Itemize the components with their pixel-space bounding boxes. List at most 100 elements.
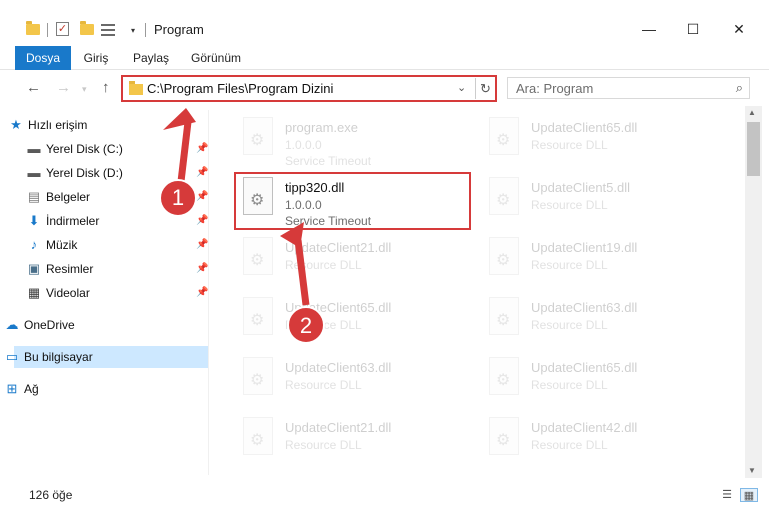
dll-file-icon	[489, 237, 519, 275]
search-icon[interactable]: ⌕	[736, 80, 743, 96]
file-item[interactable]: UpdateClient5.dll Resource DLL	[483, 170, 703, 226]
sidebar-item[interactable]: ▬ Yerel Disk (D:) 📌	[14, 162, 209, 184]
chevron-down-icon[interactable]: ▾	[131, 26, 135, 35]
sidebar-item-label: Resimler	[46, 262, 94, 276]
file-detail: Resource DLL	[285, 438, 362, 452]
close-button[interactable]: ✕	[716, 14, 762, 44]
documents-icon: ▤	[27, 189, 41, 204]
sidebar-item-label: İndirmeler	[46, 214, 100, 228]
file-name: tipp320.dll	[285, 180, 345, 195]
network-icon: ⊞	[6, 381, 18, 396]
drive-icon: ▬	[27, 141, 41, 156]
toolbar-separator	[145, 23, 146, 37]
search-placeholder[interactable]: Ara: Program	[516, 81, 593, 96]
file-detail: Resource DLL	[531, 438, 608, 452]
dll-file-icon	[243, 357, 273, 395]
dll-file-icon	[489, 297, 519, 335]
file-name: UpdateClient63.dll	[531, 300, 638, 315]
dll-file-icon	[243, 237, 273, 275]
file-name: UpdateClient21.dll	[285, 240, 392, 255]
file-list: program.exe1.0.0.0Service Timeouttipp320…	[213, 106, 743, 476]
tab-share[interactable]: Paylaş	[131, 46, 171, 70]
file-item[interactable]: UpdateClient65.dll Resource DLL	[483, 110, 703, 166]
sidebar-item-label: Ağ	[24, 382, 39, 396]
tab-view[interactable]: Görünüm	[190, 46, 242, 70]
dll-file-icon	[243, 297, 273, 335]
pin-icon[interactable]: 📌	[196, 143, 208, 154]
sidebar-item[interactable]: ⊞ Ağ	[7, 378, 208, 400]
scroll-down-icon[interactable]: ▼	[748, 466, 756, 475]
file-item[interactable]: UpdateClient63.dll Resource DLL	[237, 350, 457, 406]
file-name: UpdateClient65.dll	[531, 120, 638, 135]
refresh-button[interactable]: ↻	[475, 78, 495, 99]
new-folder-icon[interactable]	[80, 21, 94, 35]
file-name: program.exe	[285, 120, 358, 135]
cloud-icon: ☁	[5, 317, 19, 332]
sidebar-item[interactable]: ▤ Belgeler 📌	[14, 186, 209, 208]
music-icon: ♪	[30, 237, 38, 252]
pictures-icon: ▣	[27, 261, 41, 276]
computer-icon: ▭	[5, 349, 19, 364]
pin-icon[interactable]: 📌	[196, 287, 208, 298]
dll-file-icon	[489, 357, 519, 395]
file-detail: 1.0.0.0	[285, 198, 322, 212]
minimize-button[interactable]: —	[626, 14, 672, 44]
pin-icon[interactable]: 📌	[196, 167, 208, 178]
pin-icon[interactable]: 📌	[196, 215, 208, 226]
file-detail: Resource DLL	[285, 318, 362, 332]
file-name: UpdateClient63.dll	[285, 360, 392, 375]
file-detail: Resource DLL	[531, 318, 608, 332]
sidebar-item[interactable]: ▦ Videolar 📌	[14, 282, 209, 304]
tab-file[interactable]: Dosya	[15, 46, 71, 70]
address-path[interactable]: C:\Program Files\Program Dizini	[147, 81, 333, 96]
title-bar: ✓ ▾ Program — ☐ ✕	[0, 0, 769, 40]
back-icon[interactable]: ←	[26, 79, 41, 96]
scroll-up-icon[interactable]: ▲	[748, 108, 756, 117]
up-icon[interactable]: ↑	[102, 79, 110, 96]
sidebar-item[interactable]: ⬇ İndirmeler 📌	[14, 210, 209, 232]
file-item[interactable]: program.exe 1.0.0.0 Service Timeout	[237, 110, 457, 168]
properties-check-icon[interactable]: ✓	[56, 22, 69, 36]
file-detail: Resource DLL	[285, 378, 362, 392]
search-box[interactable]: Ara: Program ⌕	[507, 77, 750, 99]
file-item[interactable]: UpdateClient21.dll Resource DLL	[237, 410, 457, 466]
pin-icon[interactable]: 📌	[196, 263, 208, 274]
file-item[interactable]: UpdateClient63.dll Resource DLL	[483, 290, 703, 346]
sidebar-item[interactable]: ▭ Bu bilgisayar	[6, 346, 208, 368]
navigation-pane: ★ Hızlı erişim ▬ Yerel Disk (C:) 📌 ▬ Yerel Dis…	[0, 110, 209, 475]
sidebar-item[interactable]: ▣ Resimler 📌	[14, 258, 209, 280]
address-bar[interactable]: C:\Program Files\Program Dizini ⌄ ↻	[121, 75, 497, 102]
folder-icon	[129, 81, 143, 95]
vertical-scrollbar[interactable]: ▲ ▼	[745, 106, 762, 478]
large-icons-view-button[interactable]: ▦	[740, 488, 758, 502]
details-view-button[interactable]: ☰	[718, 488, 736, 502]
recent-dropdown-icon[interactable]: ▾	[82, 84, 87, 95]
maximize-button[interactable]: ☐	[670, 14, 716, 44]
file-item[interactable]: UpdateClient42.dll Resource DLL	[483, 410, 703, 466]
pin-icon[interactable]: 📌	[196, 239, 208, 250]
sidebar-item[interactable]: ☁ OneDrive	[6, 314, 208, 336]
folder-icon	[26, 21, 40, 35]
file-item[interactable]: UpdateClient65.dll Resource DLL	[237, 290, 457, 346]
tab-home[interactable]: Giriş	[80, 46, 112, 70]
customize-toolbar-icon[interactable]	[101, 24, 115, 36]
file-description: Service Timeout	[285, 214, 372, 228]
sidebar-item[interactable]: ▬ Yerel Disk (C:) 📌	[14, 138, 209, 160]
file-item[interactable]: UpdateClient19.dll Resource DLL	[483, 230, 703, 286]
file-detail: Resource DLL	[531, 378, 608, 392]
scrollbar-thumb[interactable]	[747, 122, 760, 176]
sidebar-item[interactable]: ♪ Müzik 📌	[14, 234, 209, 256]
file-item-selected[interactable]: tipp320.dll 1.0.0.0 Service Timeout	[237, 170, 457, 228]
file-item[interactable]: UpdateClient21.dll Resource DLL	[237, 230, 457, 286]
sidebar-item[interactable]: ★ Hızlı erişim	[10, 114, 208, 136]
file-detail: Resource DLL	[285, 258, 362, 272]
file-item[interactable]: UpdateClient65.dll Resource DLL	[483, 350, 703, 406]
status-bar: 126 öğe ☰ ▦	[0, 482, 769, 514]
file-name: UpdateClient21.dll	[285, 420, 392, 435]
pin-icon[interactable]: 📌	[196, 191, 208, 202]
sidebar-item-label: Bu bilgisayar	[24, 350, 93, 364]
file-name: UpdateClient65.dll	[285, 300, 392, 315]
forward-icon[interactable]: →	[56, 79, 71, 96]
address-dropdown-icon[interactable]: ⌄	[457, 81, 466, 94]
star-icon: ★	[10, 117, 22, 132]
